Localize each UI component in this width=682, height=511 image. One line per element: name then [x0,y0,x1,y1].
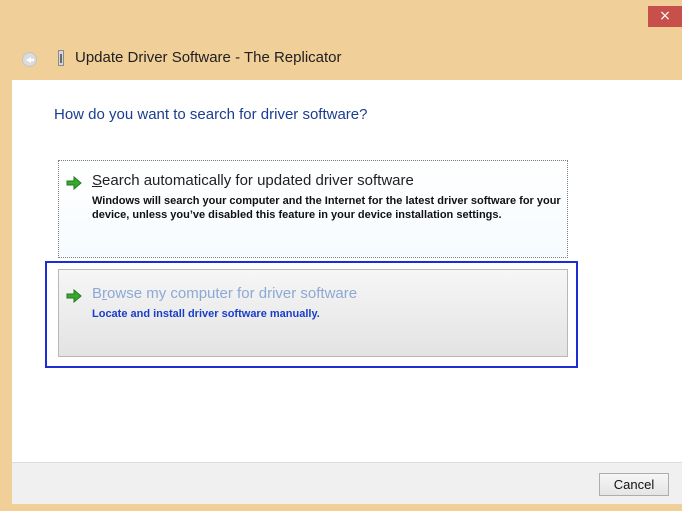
browse-computer-option[interactable]: Browse my computer for driver software L… [58,269,568,357]
browse-computer-title: Browse my computer for driver software [92,285,358,302]
cancel-button[interactable]: Cancel [599,473,669,496]
dialog-header: Update Driver Software - The Replicator [0,30,682,80]
dialog-window: × Update Driver Software - The Replicato… [0,0,682,511]
green-arrow-icon [66,176,82,190]
usb-device-icon [58,50,64,66]
dialog-footer: Cancel [12,462,682,504]
back-arrow-icon[interactable] [22,52,37,67]
search-automatically-description: Windows will search your computer and th… [92,195,561,221]
window-bottom-border [0,504,682,511]
close-button[interactable]: × [648,6,682,27]
close-icon: × [659,8,671,24]
search-automatically-option[interactable]: Search automatically for updated driver … [58,160,568,258]
content-area: How do you want to search for driver sof… [12,80,682,462]
dialog-title: Update Driver Software - The Replicator [75,49,342,66]
browse-computer-description: Locate and install driver software manua… [92,308,320,320]
page-question: How do you want to search for driver sof… [54,106,368,123]
green-arrow-icon [66,289,82,303]
search-automatically-title: Search automatically for updated driver … [92,172,414,189]
